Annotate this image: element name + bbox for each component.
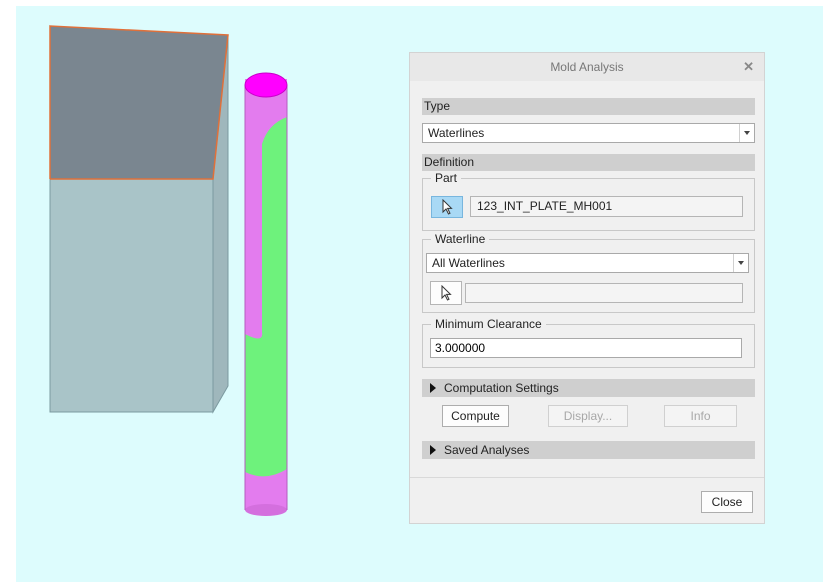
chevron-down-icon[interactable] <box>739 124 754 142</box>
waterline-select[interactable]: All Waterlines <box>426 253 749 273</box>
triangle-right-icon <box>430 445 436 455</box>
definition-section-header: Definition <box>422 154 755 171</box>
compute-button[interactable]: Compute <box>442 405 509 427</box>
cursor-arrow-icon <box>441 284 452 301</box>
waterline-select-value: All Waterlines <box>432 256 505 270</box>
part-selection-field[interactable]: 123_INT_PLATE_MH001 <box>470 196 743 217</box>
close-button[interactable]: Close <box>701 491 753 513</box>
min-clearance-group: Minimum Clearance <box>422 317 755 368</box>
close-icon[interactable]: ✕ <box>743 53 754 81</box>
display-button[interactable]: Display... <box>548 405 628 427</box>
saved-analyses-label: Saved Analyses <box>444 443 530 457</box>
dialog-title: Mold Analysis <box>550 60 624 74</box>
computation-settings-header[interactable]: Computation Settings <box>422 379 755 397</box>
part-select-button[interactable] <box>431 196 463 218</box>
computation-settings-label: Computation Settings <box>444 381 559 395</box>
info-button[interactable]: Info <box>664 405 737 427</box>
type-section-label: Type <box>424 99 451 113</box>
saved-analyses-header[interactable]: Saved Analyses <box>422 441 755 459</box>
cylinder-bottom <box>245 504 287 516</box>
graphics-viewport[interactable]: Mold Analysis ✕ Type Waterlines Definiti… <box>16 6 823 582</box>
triangle-right-icon <box>430 383 436 393</box>
mold-analysis-dialog: Mold Analysis ✕ Type Waterlines Definiti… <box>409 52 765 524</box>
cursor-arrow-icon <box>442 198 453 215</box>
waterline-group: Waterline All Waterlines <box>422 232 755 313</box>
min-clearance-input[interactable] <box>430 338 742 358</box>
definition-section-label: Definition <box>424 155 475 169</box>
chevron-down-icon[interactable] <box>733 254 748 272</box>
waterline-select-button[interactable] <box>430 281 462 305</box>
min-clearance-label: Minimum Clearance <box>431 317 546 331</box>
waterline-selection-field[interactable] <box>465 283 743 303</box>
part-group-label: Part <box>431 171 462 185</box>
type-select-value: Waterlines <box>428 126 485 140</box>
waterline-group-label: Waterline <box>431 232 490 246</box>
type-select[interactable]: Waterlines <box>422 123 755 143</box>
part-selection-value: 123_INT_PLATE_MH001 <box>477 199 613 213</box>
dialog-titlebar[interactable]: Mold Analysis ✕ <box>410 53 764 81</box>
box-interior <box>50 26 228 179</box>
type-section-header: Type <box>422 98 755 115</box>
part-group: Part 123_INT_PLATE_MH001 <box>422 171 755 231</box>
cylinder-top[interactable] <box>244 72 288 98</box>
footer-divider <box>410 477 764 478</box>
